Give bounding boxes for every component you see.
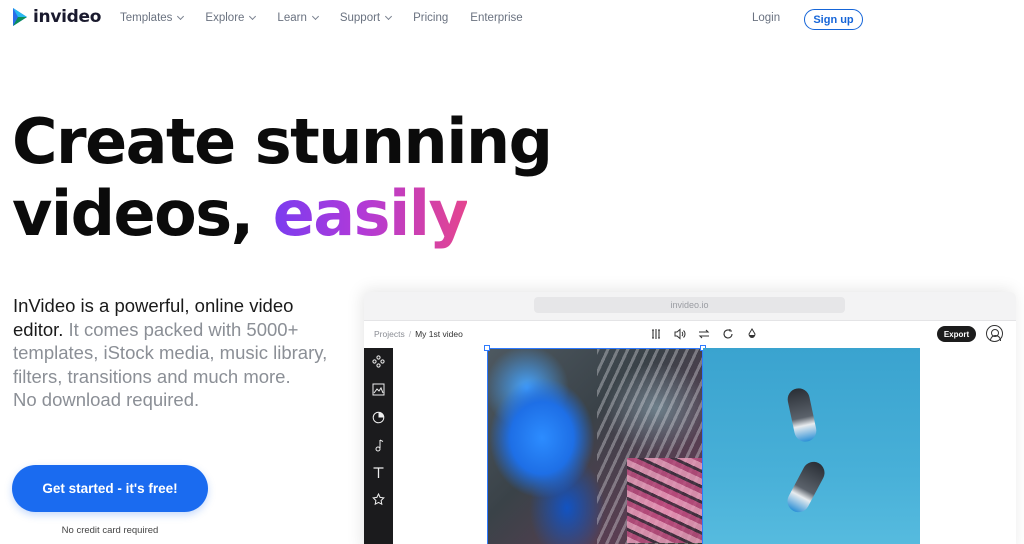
headline-accent: easily <box>272 177 469 250</box>
layout-icon[interactable] <box>371 354 386 369</box>
nav-templates[interactable]: Templates <box>120 12 185 24</box>
login-link[interactable]: Login <box>752 12 780 24</box>
nav-support-label: Support <box>339 12 381 24</box>
nav-enterprise[interactable]: Enterprise <box>470 12 522 24</box>
breadcrumb-projects[interactable]: Projects <box>374 329 405 339</box>
clip-graffiti-smoke[interactable] <box>487 348 703 544</box>
editor-toolbar <box>648 326 760 342</box>
volume-icon[interactable] <box>672 326 688 342</box>
invideo-logo[interactable]: invideo <box>12 7 101 27</box>
hero-headline: Create stunning videos, easily <box>12 105 553 250</box>
nav-links: Templates Explore Learn Support Pricing … <box>120 12 545 24</box>
editor-topbar: Projects / My 1st video Export <box>364 320 1016 348</box>
nav-learn[interactable]: Learn <box>277 12 319 24</box>
nav-learn-label: Learn <box>277 12 307 24</box>
breadcrumb-separator: / <box>408 329 412 339</box>
text-icon[interactable] <box>371 465 386 480</box>
logo-play-icon <box>13 8 27 26</box>
nav-pricing[interactable]: Pricing <box>413 12 448 24</box>
breadcrumb: Projects / My 1st video <box>374 329 463 339</box>
breadcrumb-current: My 1st video <box>415 329 463 339</box>
user-account-icon[interactable] <box>986 325 1003 342</box>
editor-preview: invideo.io Projects / My 1st video Export <box>364 292 1016 544</box>
headline-line-2: videos, easily <box>12 178 551 250</box>
split-icon[interactable] <box>648 326 664 342</box>
image-icon[interactable] <box>371 382 386 397</box>
export-button[interactable]: Export <box>937 326 976 342</box>
star-icon[interactable] <box>371 492 386 507</box>
logo-text: invideo <box>33 7 102 27</box>
clip-sneakers-sky[interactable] <box>703 348 920 544</box>
sticker-icon[interactable] <box>371 410 386 425</box>
opacity-icon[interactable] <box>744 326 760 342</box>
chevron-down-icon <box>385 12 393 21</box>
swap-icon[interactable] <box>696 326 712 342</box>
rotate-icon[interactable] <box>720 326 736 342</box>
nav-explore-label: Explore <box>205 12 245 24</box>
nav-templates-label: Templates <box>120 12 173 24</box>
sneaker-image <box>783 457 829 517</box>
top-nav: invideo Templates Explore Learn Support … <box>0 0 1024 38</box>
headline-line-1: Create stunning <box>12 105 553 178</box>
desc-strong-2: editor. <box>13 318 64 340</box>
nav-explore[interactable]: Explore <box>205 12 257 24</box>
video-canvas[interactable] <box>393 345 1016 544</box>
chevron-down-icon <box>311 12 319 21</box>
editor-sidebar <box>364 348 393 544</box>
nav-enterprise-label: Enterprise <box>470 12 523 24</box>
hero-description: InVideo is a powerful, online video edit… <box>13 294 343 412</box>
browser-url-bar: invideo.io <box>534 297 845 313</box>
pink-wall-texture <box>627 458 703 543</box>
sneaker-image <box>785 386 819 444</box>
chevron-down-icon <box>249 12 257 21</box>
desc-strong-1: InVideo is a powerful, online video <box>13 295 294 316</box>
music-icon[interactable] <box>371 438 386 453</box>
no-credit-card-note: No credit card required <box>61 525 159 536</box>
chevron-down-icon <box>177 12 185 21</box>
get-started-button[interactable]: Get started - it's free! <box>12 465 208 512</box>
headline-plain: videos, <box>12 177 254 250</box>
desc-end: No download required. <box>13 389 200 410</box>
nav-pricing-label: Pricing <box>413 12 449 24</box>
signup-button[interactable]: Sign up <box>804 9 863 30</box>
nav-support[interactable]: Support <box>339 12 393 24</box>
